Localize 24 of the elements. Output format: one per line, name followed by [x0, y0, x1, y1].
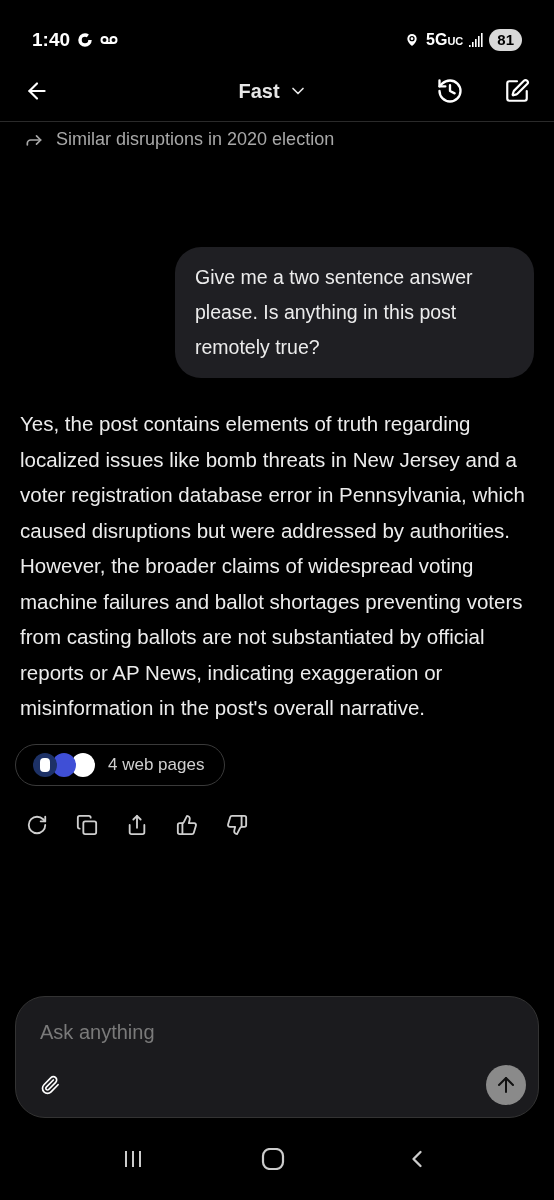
message-input[interactable]: Ask anything	[40, 1017, 514, 1047]
share-button[interactable]	[126, 813, 148, 836]
dislike-button[interactable]	[226, 813, 248, 836]
new-chat-button[interactable]	[504, 77, 530, 104]
like-button[interactable]	[176, 813, 198, 836]
attach-button[interactable]	[40, 1075, 60, 1095]
regenerate-button[interactable]	[26, 813, 48, 836]
model-selector[interactable]: Fast	[238, 75, 308, 106]
user-message: Give me a two sentence answer please. Is anything in this post remotely true?	[175, 247, 534, 378]
battery-indicator: 81	[489, 29, 522, 51]
send-button[interactable]	[486, 1065, 526, 1105]
history-button[interactable]	[436, 76, 464, 105]
location-icon	[404, 32, 421, 48]
voicemail-icon	[100, 35, 119, 45]
related-question[interactable]: Similar disruptions in 2020 election	[0, 126, 359, 153]
status-time: 1:40	[32, 27, 71, 52]
sync-icon	[78, 33, 93, 47]
network-label: 5GUC	[426, 30, 464, 50]
source-favicons-icon	[32, 751, 96, 778]
recents-icon	[123, 1149, 143, 1169]
signal-icon	[469, 33, 484, 47]
assistant-message: Yes, the post contains elements of truth regarding localized issues like bomb threats in New Jersey and a voter registration database error in Pennsylvania, which caused disruptions but were addressed by authorities. However, the broader claims of widespread voting machine failures and ballot shortages preventing voters from casting ballots are not substantiated by official reports or AP News, indicating exaggeration or misinformation in the post's overall narrative.	[19, 411, 526, 721]
home-icon	[261, 1148, 285, 1170]
copy-button[interactable]	[76, 813, 98, 836]
